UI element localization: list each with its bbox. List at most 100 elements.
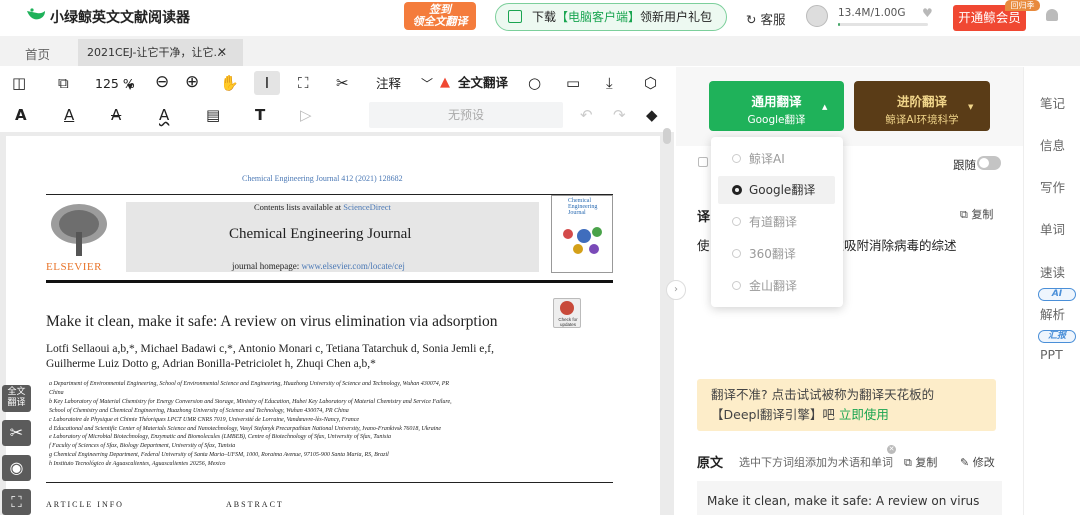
download-icon[interactable]: ⤓ — [606, 75, 613, 91]
annotation-select[interactable]: 注释 — [376, 76, 401, 92]
heart-icon[interactable]: ♥ — [922, 6, 933, 20]
float-translate-line-1: 全文 — [7, 387, 26, 397]
affiliations: a Department of Environmental Engineerin… — [49, 380, 452, 469]
copy-original-label: 复制 — [915, 456, 938, 469]
engine-option-youdao[interactable]: 有道翻译 — [711, 208, 843, 236]
zoom-dropdown-icon[interactable]: ▼ — [127, 79, 133, 95]
banner-link[interactable]: 立即使用 — [839, 407, 889, 422]
homepage-prefix: journal homepage: — [232, 261, 302, 271]
engine-option-whale-ai[interactable]: 鲸译AI — [711, 145, 843, 173]
storage-bar-fill — [838, 23, 840, 26]
sidebar-item-speedread[interactable]: 速读 — [1040, 262, 1065, 281]
customer-service-button[interactable]: ↻ 客服 — [746, 9, 785, 28]
scrollbar-thumb[interactable] — [663, 128, 671, 144]
sidebar-item-info[interactable]: 信息 — [1040, 135, 1065, 154]
edit-original-button[interactable]: ✎ 修改 — [960, 454, 995, 470]
label-icon[interactable]: ▷ — [300, 107, 312, 123]
follow-toggle[interactable] — [977, 156, 1001, 170]
homepage-link[interactable]: www.elsevier.com/locate/cej — [301, 261, 404, 271]
sidebar-item-ppt[interactable]: PPT — [1040, 347, 1063, 362]
sidebar-item-writing[interactable]: 写作 — [1040, 177, 1065, 196]
engine-option-label: 360翻译 — [749, 247, 796, 261]
preset-select[interactable]: 无预设 — [369, 102, 563, 128]
back-season-badge: 回归季 — [1005, 0, 1040, 11]
affiliation: a Department of Environmental Engineerin… — [49, 381, 450, 387]
text-select-icon[interactable]: I — [254, 71, 280, 95]
float-full-translate-button[interactable]: 全文 翻译 — [2, 385, 31, 412]
pdf-page[interactable]: Chemical Engineering Journal 412 (2021) … — [6, 136, 660, 515]
float-eye-icon[interactable]: ◉ — [2, 455, 31, 481]
eraser-icon[interactable]: ◆ — [646, 107, 658, 123]
affiliation: d Educational and Scientific Center of M… — [49, 425, 442, 432]
text-tool-icon[interactable]: T — [255, 107, 265, 123]
radio-icon — [732, 281, 741, 290]
copy-translation-button[interactable]: ⧉ 复制 — [960, 206, 993, 222]
collapse-panel-icon[interactable]: › — [666, 280, 686, 300]
deepl-banner: 翻译不准? 点击试试被称为翻译天花板的【Deepl翻译引擎】吧 立即使用 — [697, 379, 996, 431]
comment-icon[interactable]: ▭ — [566, 75, 580, 91]
caret-down-icon[interactable]: ▼ — [968, 103, 973, 111]
cover-title: Chemical Engineering Journal — [568, 198, 598, 216]
squiggly-icon[interactable]: A — [159, 107, 169, 123]
scissors-icon[interactable]: ✂ — [336, 75, 349, 91]
float-translate-line-2: 翻译 — [7, 398, 26, 408]
pencil-icon: ✎ — [960, 456, 973, 469]
toolbar-annotate: A A A A ▤ T ▷ ↶ ↷ ◆ — [0, 100, 674, 132]
full-translate-button[interactable]: 全文翻译 — [458, 75, 508, 91]
headset-icon: ↻ — [746, 12, 761, 27]
fullscreen-icon[interactable]: ⛶ — [298, 75, 309, 91]
engine-option-kingsoft[interactable]: 金山翻译 — [711, 272, 843, 300]
copy-original-button[interactable]: ⧉ 复制 — [904, 454, 937, 470]
caret-up-icon[interactable]: ▲ — [822, 103, 827, 111]
affiliation: e Laboratory of Microbial Biotechnology,… — [49, 434, 391, 441]
journal-name: Chemical Engineering Journal — [229, 226, 412, 242]
engine-option-google[interactable]: Google翻译 — [718, 176, 835, 204]
toggle-knob — [979, 158, 989, 168]
homepage-line: journal homepage: www.elsevier.com/locat… — [232, 261, 405, 271]
translation-text-tail: 过吸附消除病毒的综述 — [831, 238, 957, 253]
option-checkbox[interactable] — [698, 157, 708, 167]
sciencedirect-link[interactable]: ScienceDirect — [343, 202, 391, 212]
redo-icon[interactable]: ↷ — [613, 107, 626, 123]
float-scissors-icon[interactable]: ✂ — [2, 420, 31, 446]
engine-option-360[interactable]: 360翻译 — [711, 240, 843, 268]
check-updates-label: Check for updates — [558, 317, 578, 327]
bell-icon[interactable] — [1046, 9, 1058, 21]
float-fullscreen-icon[interactable]: ⛶ — [2, 489, 31, 515]
zoom-in-icon[interactable]: ⊕ — [185, 74, 199, 91]
sidebar-item-notes[interactable]: 笔记 — [1040, 93, 1065, 112]
authors-line-2: Guilherme Luiz Dotto g, Adrian Bonilla-P… — [46, 358, 376, 370]
authors-line-1: Lotfi Sellaoui a,b,*, Michael Badawi c,*… — [46, 343, 494, 355]
sidebar-item-words[interactable]: 单词 — [1040, 219, 1065, 238]
translation-text-head: 使 — [697, 238, 710, 253]
undo-icon[interactable]: ↶ — [580, 107, 593, 123]
download-client-button[interactable]: 下载【电脑客户端】领新用户礼包 — [495, 3, 727, 31]
banner-text: 翻译不准? 点击试试被称为翻译天花板的【Deepl翻译引擎】吧 — [711, 387, 935, 422]
abstract-heading: ABSTRACT — [226, 500, 284, 509]
zoom-out-icon[interactable]: ⊖ — [155, 74, 169, 91]
info-rule — [46, 482, 613, 483]
edit-label: 修改 — [972, 456, 995, 469]
underline-icon[interactable]: A — [64, 107, 74, 123]
note-icon[interactable]: ▤ — [206, 107, 220, 123]
engine-option-label: Google翻译 — [749, 183, 816, 197]
check-updates-icon — [560, 301, 574, 315]
hint-close-icon[interactable]: ✕ — [887, 445, 896, 454]
chevron-down-icon[interactable]: ﹀ — [421, 76, 433, 92]
title-rule — [46, 280, 613, 283]
original-text[interactable]: Make it clean, make it safe: A review on… — [697, 481, 1002, 515]
strikethrough-icon[interactable]: A — [111, 107, 121, 123]
tab-close-icon[interactable]: ✕ — [217, 45, 227, 59]
text-box-icon[interactable]: A — [15, 107, 27, 123]
tab-home[interactable]: 首页 — [25, 44, 50, 63]
avatar[interactable] — [806, 5, 828, 27]
article-info-heading: ARTICLE INFO — [46, 500, 124, 509]
search-icon[interactable]: ○ — [528, 75, 541, 91]
hand-tool-icon[interactable]: ✋ — [220, 75, 239, 91]
sidebar-item-analysis[interactable]: 解析 — [1040, 304, 1065, 323]
page-view-icon[interactable]: ⧉ — [58, 75, 69, 91]
sidebar-toggle-icon[interactable]: ◫ — [12, 75, 26, 91]
signin-button[interactable]: 签到 领全文翻译 — [404, 2, 476, 30]
settings-icon[interactable]: ⬡ — [644, 75, 657, 91]
copy-translation-label: 复制 — [971, 208, 994, 221]
